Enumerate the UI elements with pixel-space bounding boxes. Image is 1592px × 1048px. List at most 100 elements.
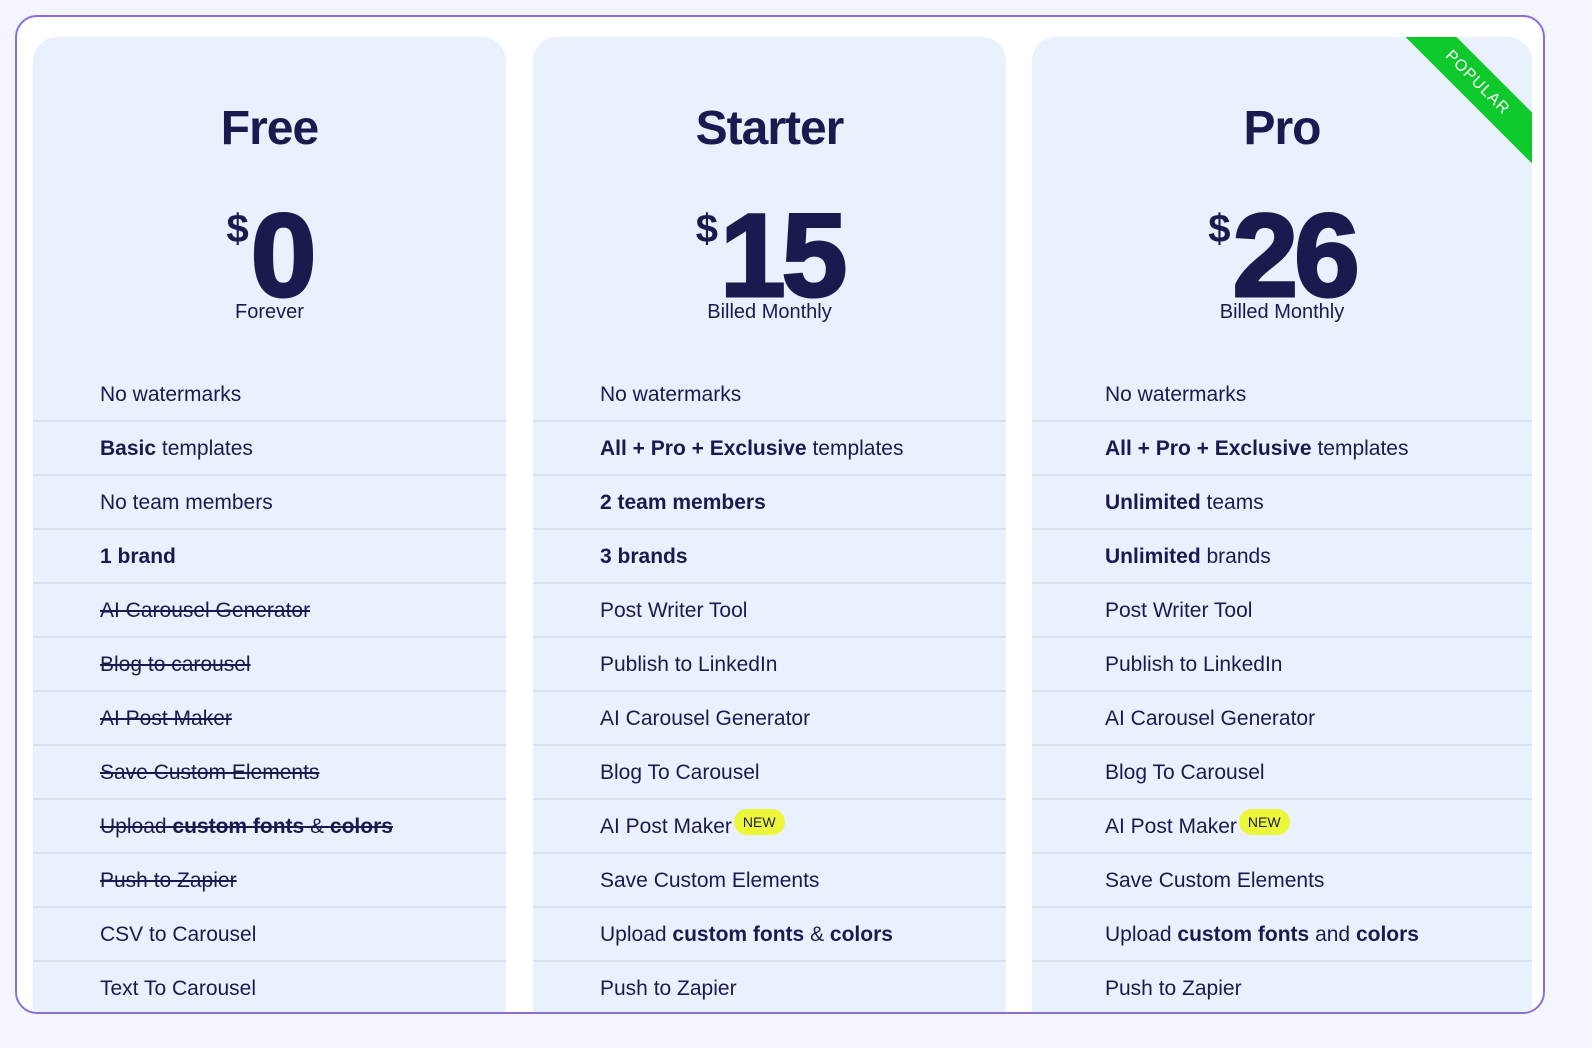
feature-text-part: AI Carousel Generator [100,599,311,622]
plan-price: $26 [1032,190,1532,322]
feature-text-part: Publish to LinkedIn [600,653,778,676]
feature-text-part: No watermarks [600,383,742,406]
plan-name: Starter [695,102,845,155]
new-badge: NEW [733,809,785,835]
feature-text-part: AI Carousel Generator [1105,707,1316,730]
plan-card-starter[interactable]: Starter $15 Billed Monthly No watermarks… [533,37,1006,1012]
feature-text: Blog To Carousel [600,761,760,784]
feature-item: Post Writer Tool [533,584,1006,638]
feature-item: Basic templates [33,422,506,476]
feature-text-emphasis: custom fonts [172,815,305,838]
plan-price: $0 [33,190,506,322]
feature-text: 3 brands [600,545,688,568]
feature-item: Save Custom Elements [1032,854,1532,908]
feature-text-part: CSV to Carousel [100,923,257,946]
feature-text: Save Custom Elements [600,869,819,892]
plan-card-pro[interactable]: POPULAR Pro $26 Billed Monthly No waterm… [1032,37,1532,1012]
feature-item: Save Custom Elements [533,854,1006,908]
feature-item: All + Pro + Exclusive templates [1032,422,1532,476]
feature-item: Publish to LinkedIn [533,638,1006,692]
billing-period: Forever [235,301,304,323]
feature-text-part: Publish to LinkedIn [1105,653,1283,676]
feature-text-emphasis: colors [1355,923,1419,946]
feature-item: Push to Zapier [1032,962,1532,1012]
feature-item: No team members [33,476,506,530]
feature-text-part: brands [1200,545,1271,568]
feature-text: Basic templates [100,437,253,460]
feature-text-emphasis: colors [829,923,893,946]
pricing-panel: Free $0 Forever No watermarks Basic templ… [15,15,1545,1014]
price-amount: 26 [1231,190,1361,322]
feature-text: All + Pro + Exclusive templates [1105,437,1409,460]
feature-text: Blog To Carousel [1105,761,1265,784]
feature-text: No watermarks [600,383,741,406]
feature-text-part: Blog To Carousel [1105,761,1265,784]
feature-text: Publish to LinkedIn [1105,653,1282,676]
feature-item: AI Carousel Generator [33,584,506,638]
feature-item: Push to Zapier [533,962,1006,1012]
feature-text: Publish to LinkedIn [600,653,777,676]
feature-text-emphasis: 3 brands [600,545,688,568]
feature-text: Push to Zapier [1105,977,1242,1000]
feature-item: Publish to LinkedIn [1032,638,1532,692]
feature-text-part: AI Post Maker [600,815,732,838]
feature-text-unavailable: Upload custom fonts & colors [100,815,393,838]
feature-item: No watermarks [1032,368,1532,422]
feature-text: AI Carousel Generator [1105,707,1315,730]
feature-item: 3 brands [533,530,1006,584]
feature-text: Push to Zapier [600,977,737,1000]
plan-card-free[interactable]: Free $0 Forever No watermarks Basic templ… [33,37,506,1012]
feature-text-emphasis: Unlimited [1105,491,1201,514]
feature-text: No watermarks [1105,383,1246,406]
feature-item: 1 brand [33,530,506,584]
currency-symbol: $ [1208,207,1231,251]
feature-text-part: templates [156,437,253,460]
feature-item: AI Carousel Generator [533,692,1006,746]
feature-text-part: templates [806,437,904,460]
feature-text-unavailable: Push to Zapier [100,869,237,892]
feature-item: Blog To Carousel [533,746,1006,800]
billing-period: Billed Monthly [707,301,832,323]
feature-text-unavailable: Save Custom Elements [100,761,319,784]
feature-text-emphasis: Basic [100,437,157,460]
feature-text-unavailable: AI Post Maker [100,707,232,730]
feature-text-part: Save Custom Elements [100,761,320,784]
feature-text-part: Post Writer Tool [1105,599,1253,622]
feature-text-part: Upload [100,815,173,838]
feature-text: Save Custom Elements [1105,869,1324,892]
price-amount: 0 [249,190,318,322]
feature-item: No watermarks [533,368,1006,422]
feature-text-emphasis: custom fonts [672,923,805,946]
feature-item: Post Writer Tool [1032,584,1532,638]
feature-text: AI Post Maker [1105,815,1237,838]
feature-text-unavailable: AI Carousel Generator [100,599,310,622]
feature-item: AI Carousel Generator [1032,692,1532,746]
feature-text-part: Blog to carousel [100,653,251,676]
feature-text-part: Blog To Carousel [600,761,760,784]
feature-item: Text To Carousel [33,962,506,1012]
feature-item: AI Post Maker NEW [1032,800,1532,854]
price-amount: 15 [718,190,848,322]
feature-text: AI Carousel Generator [600,707,810,730]
feature-item: AI Post Maker NEW [533,800,1006,854]
feature-text: 2 team members [600,491,766,514]
currency-symbol: $ [226,207,249,251]
currency-symbol: $ [695,207,718,251]
feature-text: No watermarks [100,383,241,406]
new-badge: NEW [1238,809,1290,835]
feature-item: Upload custom fonts and colors [1032,908,1532,962]
feature-item: Blog To Carousel [1032,746,1532,800]
feature-text: Post Writer Tool [1105,599,1252,622]
plan-price: $15 [533,190,1006,322]
feature-text: Unlimited brands [1105,545,1271,568]
feature-item: Save Custom Elements [33,746,506,800]
feature-text: CSV to Carousel [100,923,256,946]
feature-text: Unlimited teams [1105,491,1264,514]
feature-text-emphasis: Unlimited [1105,545,1201,568]
feature-item: All + Pro + Exclusive templates [533,422,1006,476]
feature-text-emphasis: 1 brand [100,545,176,568]
plan-name: Pro [1243,102,1321,155]
feature-text-emphasis: custom fonts [1177,923,1310,946]
feature-text: AI Post Maker [600,815,732,838]
feature-text-part: Upload [1105,923,1178,946]
